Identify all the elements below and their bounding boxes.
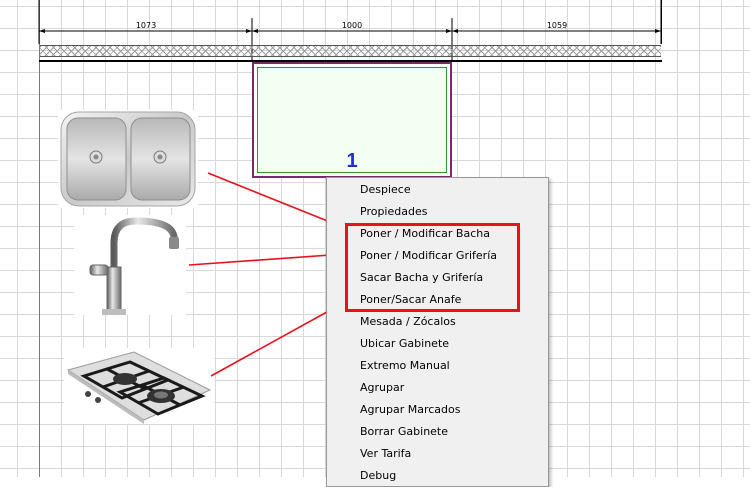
- menu-item-agrupar-marcados[interactable]: Agrupar Marcados: [360, 399, 461, 421]
- menu-item-propiedades[interactable]: Propiedades: [360, 201, 427, 223]
- menu-item-agrupar[interactable]: Agrupar: [360, 377, 404, 399]
- menu-item-sacar-bacha[interactable]: Sacar Bacha y Grifería: [360, 267, 483, 289]
- menu-item-debug[interactable]: Debug: [360, 465, 396, 487]
- menu-item-poner-griferia[interactable]: Poner / Modificar Grifería: [360, 245, 497, 267]
- menu-item-ver-tarifa[interactable]: Ver Tarifa: [360, 443, 411, 465]
- menu-item-anafe[interactable]: Poner/Sacar Anafe: [360, 289, 461, 311]
- menu-item-despiece[interactable]: Despiece: [360, 179, 411, 201]
- menu-item-ubicar[interactable]: Ubicar Gabinete: [360, 333, 449, 355]
- menu-item-mesada[interactable]: Mesada / Zócalos: [360, 311, 456, 333]
- menu-item-borrar[interactable]: Borrar Gabinete: [360, 421, 448, 443]
- context-menu: Despiece Propiedades Poner / Modificar B…: [326, 177, 549, 487]
- menu-item-extremo[interactable]: Extremo Manual: [360, 355, 450, 377]
- menu-item-poner-bacha[interactable]: Poner / Modificar Bacha: [360, 223, 490, 245]
